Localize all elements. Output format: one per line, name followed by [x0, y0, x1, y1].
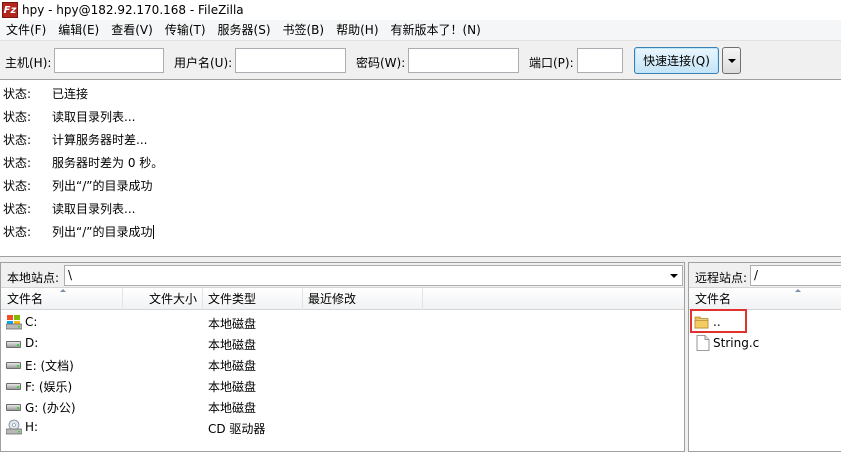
file-type: 本地磁盘	[208, 380, 257, 394]
log-label: 状态:	[3, 178, 32, 193]
file-type: 本地磁盘	[208, 359, 257, 373]
sort-ascending-icon	[60, 289, 66, 292]
file-type: CD 驱动器	[208, 422, 266, 436]
menu-help[interactable]: 帮助(H)	[330, 20, 384, 41]
log-label: 状态:	[3, 155, 32, 170]
log-label: 状态:	[3, 109, 32, 124]
column-filesize[interactable]: 文件大小	[123, 288, 203, 310]
hard-drive-icon	[6, 402, 21, 411]
file-name: F: (娱乐)	[25, 380, 73, 394]
local-path-combo[interactable]: \	[64, 265, 683, 286]
menu-bookmarks[interactable]: 书签(B)	[277, 20, 331, 41]
remote-column-header: 文件名	[689, 288, 841, 310]
quickconnect-dropdown-button[interactable]	[722, 47, 741, 74]
remote-site-bar: 远程站点: /	[689, 263, 841, 288]
menu-file[interactable]: 文件(F)	[0, 20, 52, 41]
host-input[interactable]	[54, 48, 164, 73]
title-bar: Fz hpy - hpy@182.92.170.168 - FileZilla	[0, 0, 841, 20]
column-filetype[interactable]: 文件类型	[203, 288, 303, 310]
local-site-bar: 本地站点: \	[1, 263, 684, 288]
remote-path-text: /	[754, 268, 759, 282]
highlight-box	[690, 309, 747, 333]
file-icon	[696, 335, 710, 351]
chevron-down-icon[interactable]	[670, 274, 678, 278]
file-name: G: (办公)	[25, 401, 76, 415]
file-type: 本地磁盘	[208, 317, 257, 331]
filezilla-icon: Fz	[2, 2, 18, 18]
cd-drive-icon	[6, 419, 22, 435]
password-label: 密码(W):	[356, 56, 406, 70]
port-label: 端口(P):	[529, 56, 574, 70]
column-filename[interactable]: 文件名	[689, 288, 841, 310]
local-path-text: \	[68, 268, 73, 282]
menu-new-version[interactable]: 有新版本了！(N)	[385, 20, 487, 41]
file-type: 本地磁盘	[208, 338, 257, 352]
menu-bar: 文件(F) 编辑(E) 查看(V) 传输(T) 服务器(S) 书签(B) 帮助(…	[0, 20, 841, 41]
local-panel: 本地站点: \ 文件名 文件大小 文件类型 最近修改 C: 本地磁盘 D: 本地…	[0, 262, 685, 452]
local-site-label: 本地站点:	[7, 271, 60, 285]
log-label: 状态:	[3, 201, 32, 216]
file-row-string-c[interactable]: String.c	[689, 333, 841, 354]
log-message: 读取目录列表...	[52, 109, 136, 124]
file-row-e[interactable]: E: (文档) 本地磁盘	[1, 354, 684, 375]
remote-panel: 远程站点: / 文件名 .. String.c	[688, 262, 841, 452]
menu-view[interactable]: 查看(V)	[105, 20, 159, 41]
username-label: 用户名(U):	[174, 56, 233, 70]
windows-drive-icon	[6, 315, 22, 330]
column-filename[interactable]: 文件名	[1, 288, 123, 310]
log-message: 读取目录列表...	[52, 201, 136, 216]
menu-transfer[interactable]: 传输(T)	[159, 20, 212, 41]
column-modified[interactable]: 最近修改	[303, 288, 423, 310]
file-row-h[interactable]: H: CD 驱动器	[1, 417, 684, 438]
file-name: String.c	[713, 336, 760, 350]
file-name: C:	[25, 315, 38, 329]
file-name: H:	[25, 420, 39, 434]
menu-server[interactable]: 服务器(S)	[212, 20, 277, 41]
menu-edit[interactable]: 编辑(E)	[52, 20, 105, 41]
message-log[interactable]: 状态: 已连接 状态: 读取目录列表... 状态: 计算服务器时差... 状态:…	[0, 79, 841, 257]
host-label: 主机(H):	[5, 56, 52, 70]
file-name: E: (文档)	[25, 359, 74, 373]
text-caret	[153, 225, 155, 239]
log-message: 列出“/”的目录成功	[52, 178, 153, 193]
username-input[interactable]	[235, 48, 346, 73]
log-label: 状态:	[3, 86, 32, 101]
file-row-g[interactable]: G: (办公) 本地磁盘	[1, 396, 684, 417]
window-title: hpy - hpy@182.92.170.168 - FileZilla	[22, 3, 244, 17]
remote-site-label: 远程站点:	[695, 271, 748, 285]
log-message-last: 列出“/”的目录成功	[52, 224, 155, 239]
local-column-header: 文件名 文件大小 文件类型 最近修改	[1, 288, 684, 310]
remote-path-combo[interactable]: /	[750, 265, 841, 286]
file-type: 本地磁盘	[208, 401, 257, 415]
hard-drive-icon	[6, 339, 21, 348]
log-message: 已连接	[52, 86, 89, 101]
hard-drive-icon	[6, 360, 21, 369]
hard-drive-icon	[6, 381, 21, 390]
log-message: 服务器时差为 0 秒。	[52, 155, 164, 170]
file-row-f[interactable]: F: (娱乐) 本地磁盘	[1, 375, 684, 396]
file-row-d[interactable]: D: 本地磁盘	[1, 333, 684, 354]
port-input[interactable]	[577, 48, 623, 73]
quickconnect-button[interactable]: 快速连接(Q)	[634, 47, 719, 74]
password-input[interactable]	[408, 48, 519, 73]
file-row-c[interactable]: C: 本地磁盘	[1, 312, 684, 333]
chevron-down-icon	[727, 58, 736, 63]
log-label: 状态:	[3, 224, 32, 239]
sort-ascending-icon	[795, 289, 801, 292]
quickconnect-bar: 主机(H): 用户名(U): 密码(W): 端口(P): 快速连接(Q)	[0, 42, 841, 79]
file-name: D:	[25, 336, 39, 350]
log-label: 状态:	[3, 132, 32, 147]
log-message: 计算服务器时差...	[52, 132, 148, 147]
